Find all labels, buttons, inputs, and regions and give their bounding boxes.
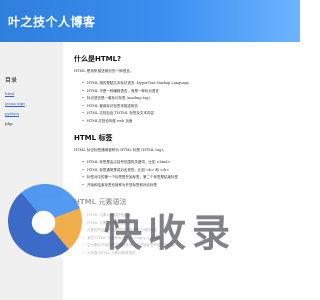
list-item: 大多数 HTML 元素可拥有属性 [82,250,296,258]
article-content: 什么是HTML? HTML 是用来描述网页的一种语言。 HTML 指的是超文本标… [74,54,296,265]
section-heading-what-is-html: 什么是HTML? [74,55,122,63]
sidebar: 目录 html javascript python php [0,42,63,300]
toc-title: 目录 [5,77,18,84]
list-item: 标签对中的第一个标签是开始标签，第二个标签是结束标签 [82,174,296,182]
list-item: 开始和结束标签也被称为开放标签和闭合标签 [82,182,296,190]
toc-link-python[interactable]: python [5,111,19,116]
list-item: HTML 标签是由尖括号包围的关键词，比如 <html> [82,159,296,167]
site-header: 叶之技个人博客 [0,0,300,42]
bullet-list: HTML 标签是由尖括号包围的关键词，比如 <html> HTML 标签通常是成… [82,159,296,189]
list-item: HTML 指的是超文本标记语言: HyperText Markup Langua… [82,80,296,88]
section-heading-html-tags: HTML 标签 [74,134,113,142]
section-intro: HTML 是用来描述网页的一种语言。 [74,69,134,73]
list-item: HTML文档也叫做 web 页面 [82,118,296,126]
list-item: HTML 元素以结束标签终止 [82,220,296,228]
list-item: HTML 不是一种编程语言，而是一种标记语言 [82,88,296,96]
list-item: HTML 元素以开始标签起始 [82,212,296,220]
bullet-list: HTML 指的是超文本标记语言: HyperText Markup Langua… [82,80,296,125]
list-item: 某些 HTML 元素具有空内容 (empty content) [82,235,296,243]
list-item: 标记语言是一套标记标签 (markup tag) [82,95,296,103]
toc-item-html[interactable]: html [5,89,25,99]
list-item: 空元素在开始标签中进行关闭（以开始标签的结束而结束） [82,242,296,250]
toc-list: html javascript python php [5,89,25,129]
list-item: HTML 使用标记标签来描述网页 [82,103,296,111]
bullet-list: HTML 元素以开始标签起始 HTML 元素以结束标签终止 元素的内容是开始标签… [82,212,296,257]
list-item: HTML 文档包含了HTML 标签及文本内容 [82,110,296,118]
toc-link-html[interactable]: html [5,91,14,96]
list-item: 元素的内容是开始标签与结束标签之间的内容 [82,227,296,235]
toc-item-javascript[interactable]: javascript [5,99,25,109]
section-heading-element-syntax: HTML 元素语法 [74,198,127,206]
section-intro: HTML 标记标签通常被称为 HTML 标签 (HTML tag)。 [74,148,167,152]
toc-item-python[interactable]: python [5,109,25,119]
toc-item-php: php [5,121,13,126]
toc-link-javascript[interactable]: javascript [5,101,25,106]
list-item: HTML 标签通常是成对出现的，比如 <b> 和 </b> [82,167,296,175]
site-title[interactable]: 叶之技个人博客 [8,13,96,30]
